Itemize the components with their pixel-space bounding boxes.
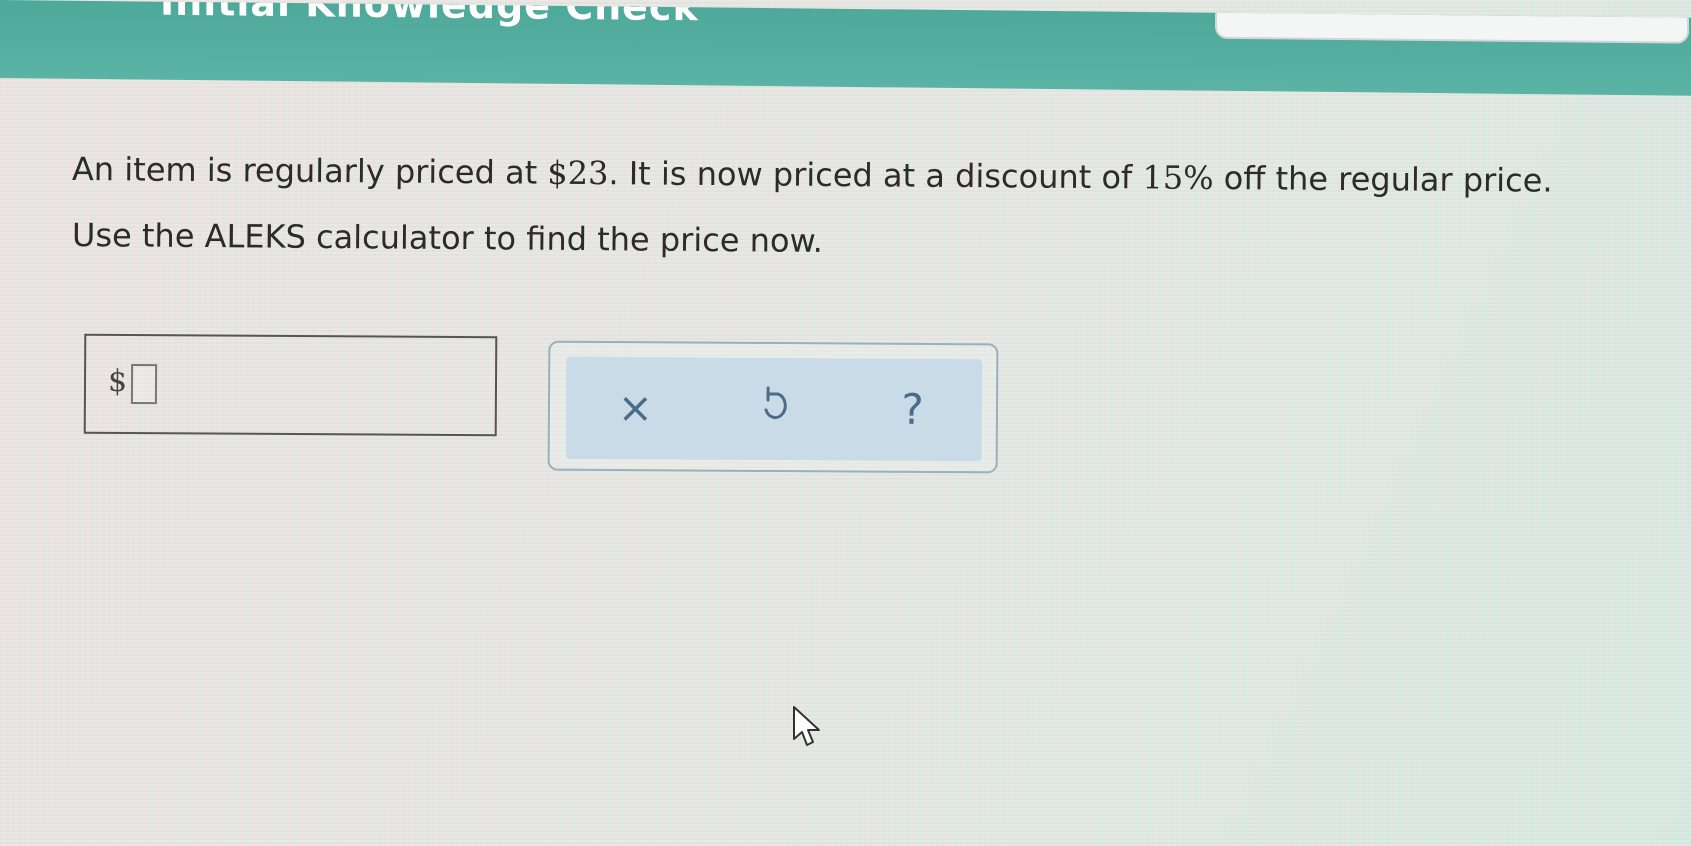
close-icon: × [617,383,654,433]
answer-box[interactable]: $ [83,333,498,437]
clear-button[interactable]: × [600,383,670,432]
help-icon: ? [901,384,924,434]
page-title: Initial Knowledge Check [160,0,699,30]
header-control[interactable] [1215,2,1689,44]
discount-percent: 15% [1142,158,1214,197]
question-text: An item is regularly priced at $23. It i… [72,150,1632,200]
answer-input[interactable] [130,364,158,405]
answer-tools-panel: × ? [547,340,999,474]
question-text-part: off the regular price. [1213,158,1553,200]
instruction-text: Use the ALEKS calculator to find the pri… [71,216,824,260]
undo-button[interactable] [739,385,809,432]
tool-buttons: × ? [565,356,983,462]
question-text-part: An item is regularly priced at [71,150,548,192]
mouse-pointer-icon [793,706,820,746]
regular-price: $23 [547,153,609,193]
help-button[interactable]: ? [877,385,947,434]
question-area: An item is regularly priced at $23. It i… [72,150,1632,260]
currency-symbol: $ [107,363,128,400]
top-header-bar: Initial Knowledge Check [0,0,1691,96]
undo-icon [764,385,787,419]
question-text-part: . It is now priced at a discount of [608,154,1143,197]
